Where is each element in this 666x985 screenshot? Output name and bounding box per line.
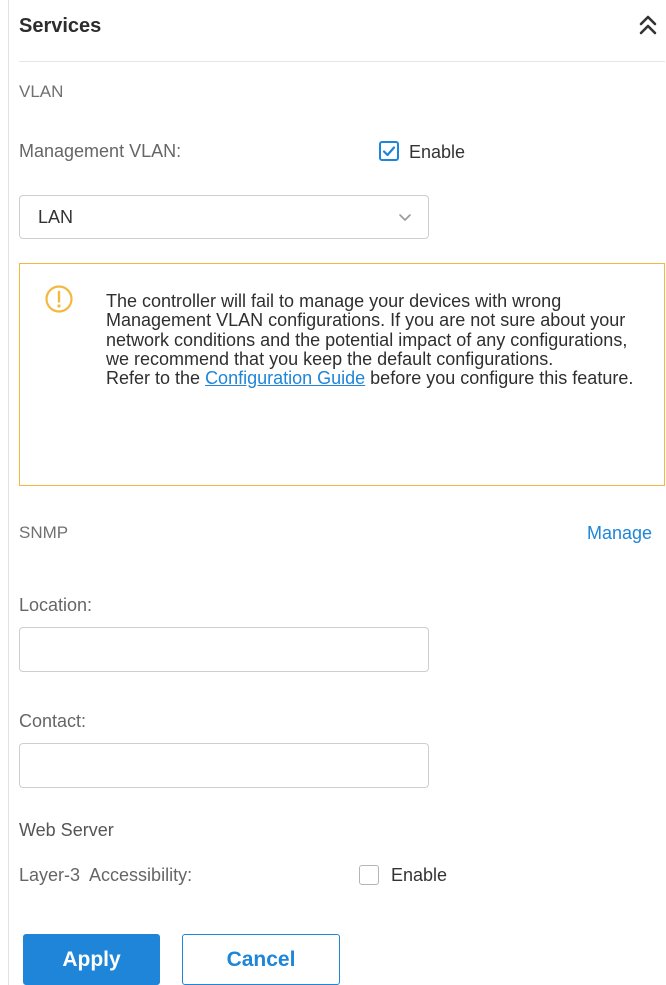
management-vlan-enable-checkbox[interactable] [379, 141, 399, 161]
web-server-section-title: Web Server [19, 820, 114, 840]
checkmark-icon [382, 146, 396, 157]
configuration-guide-link[interactable]: Configuration Guide [205, 368, 365, 388]
layer3-accessibility-label: Layer-3 Accessibility: [19, 865, 193, 885]
snmp-section-title: SNMP [19, 523, 69, 542]
header-divider [19, 61, 665, 62]
snmp-manage-link[interactable]: Manage [587, 523, 652, 544]
warning-message: The controller will fail to manage your … [106, 291, 628, 369]
layer3-accessibility-enable-label: Enable [391, 865, 448, 885]
layer3-accessibility-enable-checkbox[interactable] [359, 865, 379, 885]
warning-refer-prefix: Refer to the [106, 368, 206, 389]
location-input[interactable] [19, 627, 429, 672]
management-vlan-warning: The controller will fail to manage your … [19, 263, 665, 486]
management-vlan-enable-label: Enable [409, 142, 466, 162]
panel-title: Services [19, 15, 102, 37]
location-label: Location: [19, 595, 93, 615]
warning-refer-suffix: before you configure this feature. [365, 368, 634, 389]
contact-input[interactable] [19, 743, 429, 788]
services-panel: Services VLAN Management VLAN: Enable LA… [8, 0, 666, 985]
chevron-down-icon [399, 214, 411, 221]
warning-icon [45, 285, 73, 313]
cancel-button[interactable]: Cancel [182, 934, 340, 985]
vlan-section-title: VLAN [19, 82, 64, 101]
management-vlan-label: Management VLAN: [19, 141, 182, 161]
management-vlan-selected-value: LAN [38, 207, 74, 227]
collapse-icon[interactable] [637, 13, 659, 39]
management-vlan-select[interactable]: LAN [19, 195, 429, 239]
warning-text: The controller will fail to manage your … [106, 291, 651, 389]
contact-label: Contact: [19, 711, 87, 731]
apply-button[interactable]: Apply [23, 934, 160, 985]
